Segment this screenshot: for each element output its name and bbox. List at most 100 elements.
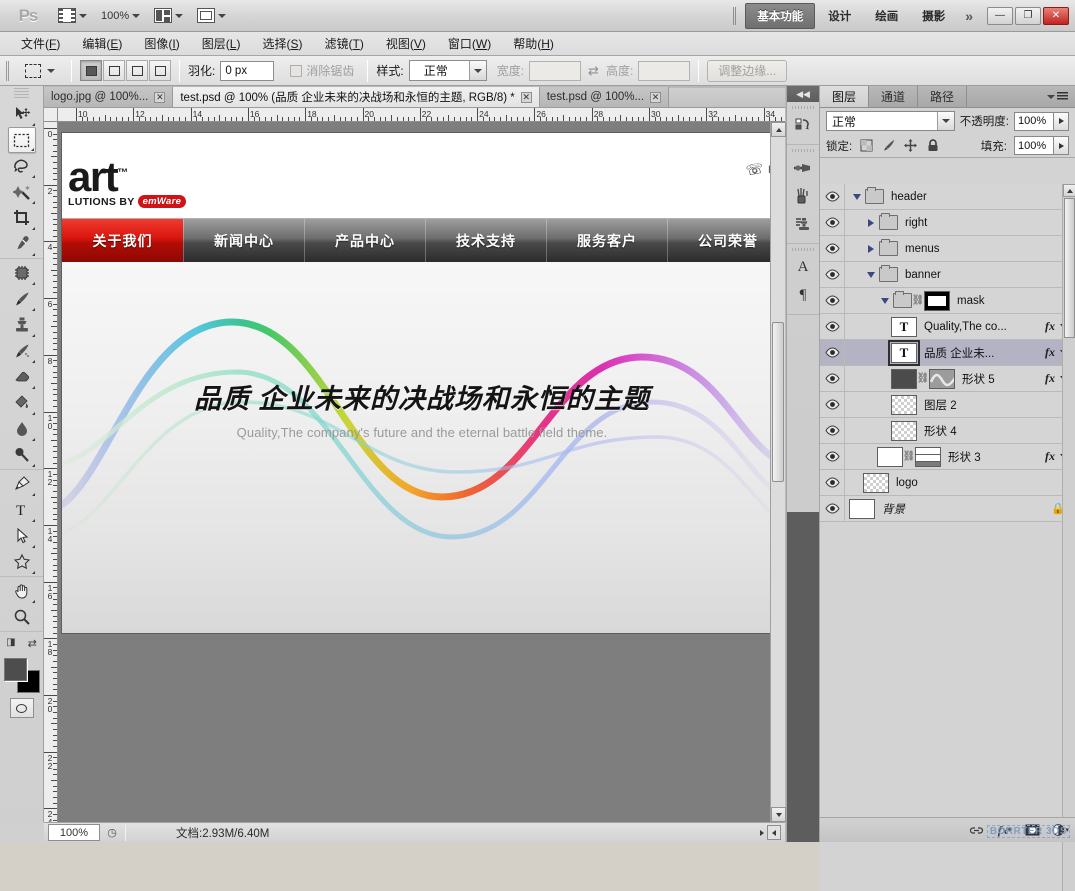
zoom-tool[interactable] (8, 604, 36, 630)
tab-layers[interactable]: 图层 (820, 86, 870, 107)
menu-edit[interactable]: 编辑(E) (71, 32, 133, 55)
height-input[interactable] (638, 60, 691, 81)
brush-panel-icon[interactable] (790, 183, 816, 209)
maximize-button[interactable]: ❐ (1015, 6, 1041, 25)
adjustments-panel-icon[interactable] (790, 155, 816, 181)
lasso-tool[interactable] (8, 153, 36, 179)
layer-effects-icon[interactable]: fx (1042, 319, 1058, 334)
screen-mode-button[interactable] (193, 4, 230, 28)
scroll-down-button[interactable] (771, 807, 786, 822)
close-icon[interactable]: ✕ (154, 91, 166, 103)
crop-tool[interactable] (8, 205, 36, 231)
zoom-field[interactable]: 100% (48, 824, 100, 841)
eraser-tool[interactable] (8, 364, 36, 390)
layer-name[interactable]: right (905, 217, 1071, 229)
layer-row[interactable]: 背景 🔒 (820, 496, 1075, 522)
magic-wand-tool[interactable] (8, 179, 36, 205)
link-layers-button[interactable] (968, 822, 985, 839)
clone-source-panel-icon[interactable] (790, 211, 816, 237)
layer-row[interactable]: T Quality,The co... fx (820, 314, 1075, 340)
style-select[interactable]: 正常 (408, 60, 487, 81)
history-brush-tool[interactable] (8, 338, 36, 364)
mask-link-icon[interactable]: ⛓ (903, 451, 916, 462)
character-panel-icon[interactable]: A (790, 254, 816, 280)
layer-row[interactable]: 图层 2 (820, 392, 1075, 418)
layer-thumbnail[interactable] (849, 498, 875, 519)
vector-mask-thumbnail[interactable] (915, 446, 941, 467)
spot-healing-brush-tool[interactable] (8, 260, 36, 286)
opacity-value[interactable]: 100% (1014, 111, 1054, 131)
add-to-selection-button[interactable] (103, 60, 125, 81)
layer-group-twisty[interactable] (863, 210, 879, 235)
ruler-origin[interactable] (44, 108, 58, 122)
workspace-tab-photography[interactable]: 摄影 (911, 4, 956, 28)
document-tab-test-active[interactable]: test.psd @ 100% (品质 企业未来的决战场和永恒的主题, RGB/… (173, 87, 540, 107)
layer-row[interactable]: header (820, 184, 1075, 210)
layer-name[interactable]: header (891, 191, 1071, 203)
workspace-tab-essentials[interactable]: 基本功能 (745, 2, 816, 29)
history-panel-icon[interactable] (790, 112, 816, 138)
layer-visibility-toggle[interactable] (820, 496, 845, 521)
scroll-up-button[interactable] (1063, 184, 1075, 197)
canvas-vscroll-thumb[interactable] (772, 322, 784, 482)
tab-channels[interactable]: 通道 (869, 86, 919, 107)
default-colors-icon[interactable]: ◨ (6, 637, 15, 650)
menu-help[interactable]: 帮助(H) (502, 32, 565, 55)
workspace-tab-painting[interactable]: 绘画 (864, 4, 909, 28)
menu-file[interactable]: 文件(F) (10, 32, 71, 55)
collapse-panels-button[interactable]: ◀◀ (787, 86, 819, 102)
layer-visibility-toggle[interactable] (820, 210, 845, 235)
subtract-from-selection-button[interactable] (126, 60, 148, 81)
menu-select[interactable]: 选择(S) (251, 32, 313, 55)
swap-dimensions-icon[interactable]: ⇄ (581, 63, 606, 79)
nav-item-services[interactable]: 服务客户 (546, 219, 667, 262)
layers-scrollbar[interactable] (1062, 184, 1075, 891)
menu-filter[interactable]: 滤镜(T) (313, 32, 374, 55)
options-bar-grip[interactable] (6, 60, 9, 81)
mask-link-icon[interactable]: ⛓ (917, 373, 930, 384)
layer-visibility-toggle[interactable] (820, 470, 845, 495)
layer-name[interactable]: Quality,The co... (924, 321, 1042, 333)
layer-name[interactable]: menus (905, 243, 1071, 255)
layer-row[interactable]: ⛓ mask (820, 288, 1075, 314)
layer-group-twisty[interactable] (863, 262, 879, 287)
minimize-button[interactable]: — (987, 6, 1013, 25)
vector-mask-thumbnail[interactable] (929, 368, 955, 389)
zoom-level-dropdown[interactable]: 100% (97, 4, 144, 28)
scroll-up-button[interactable] (771, 122, 786, 137)
layer-thumbnail[interactable]: T (891, 316, 917, 337)
menu-window[interactable]: 窗口(W) (437, 32, 502, 55)
layer-group-twisty[interactable] (849, 184, 865, 209)
layer-name[interactable]: 形状 3 (948, 449, 1042, 465)
feather-input[interactable]: 0 px (220, 60, 275, 81)
workspace-more-button[interactable]: » (957, 8, 981, 24)
layer-visibility-toggle[interactable] (820, 340, 845, 365)
layer-row[interactable]: right (820, 210, 1075, 236)
drag-grip[interactable] (733, 6, 737, 25)
layer-thumbnail[interactable] (891, 420, 917, 441)
menu-image[interactable]: 图像(I) (133, 32, 190, 55)
status-resize-grip[interactable] (767, 825, 781, 840)
pen-tool[interactable] (8, 471, 36, 497)
layer-row[interactable]: menus (820, 236, 1075, 262)
layer-row[interactable]: ⛓ 形状 5 fx (820, 366, 1075, 392)
layer-effects-icon[interactable]: fx (1042, 371, 1058, 386)
layer-name[interactable]: 图层 2 (924, 397, 1071, 413)
layer-thumbnail[interactable] (891, 368, 917, 389)
path-selection-tool[interactable] (8, 523, 36, 549)
panel-menu-button[interactable] (1040, 86, 1075, 107)
layer-name[interactable]: mask (957, 295, 1071, 307)
vertical-ruler[interactable]: 024681012141618202224 (44, 122, 58, 822)
layer-visibility-toggle[interactable] (820, 184, 845, 209)
layer-thumbnail[interactable] (877, 446, 903, 467)
fill-stepper[interactable] (1054, 136, 1069, 155)
gradient-tool[interactable] (8, 390, 36, 416)
tool-preset-picker[interactable] (17, 63, 63, 78)
layer-name[interactable]: 品质 企业未... (924, 345, 1042, 361)
paragraph-panel-icon[interactable]: ¶ (790, 282, 816, 308)
timing-icon[interactable]: ◷ (103, 825, 121, 841)
layer-name[interactable]: logo (896, 477, 1071, 489)
fill-value[interactable]: 100% (1014, 136, 1054, 155)
layer-visibility-toggle[interactable] (820, 288, 845, 313)
fill-control[interactable]: 100% (1014, 136, 1069, 155)
